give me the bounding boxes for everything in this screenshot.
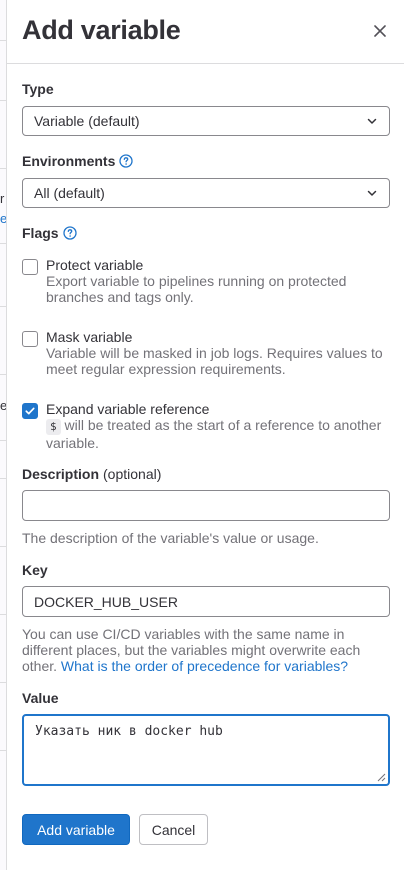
- optional-tag: (optional): [103, 466, 162, 482]
- environments-label: Environments: [22, 152, 134, 170]
- value-textarea-content: Указать ник в docker hub: [35, 724, 223, 739]
- flags-label-text: Flags: [22, 225, 59, 241]
- mask-variable-checkbox[interactable]: [22, 331, 38, 347]
- protect-variable-flag: Protect variable Export variable to pipe…: [22, 257, 392, 305]
- value-textarea[interactable]: Указать ник в docker hub: [22, 714, 390, 786]
- mask-variable-description: Variable will be masked in job logs. Req…: [46, 345, 383, 377]
- environments-select-value: All (default): [34, 185, 105, 201]
- key-label-text: Key: [22, 562, 48, 578]
- type-label-text: Type: [22, 81, 54, 97]
- checkmark-icon: [25, 407, 35, 415]
- add-variable-drawer: Add variable Type Variable (default) Env…: [6, 0, 404, 870]
- description-label: Description (optional): [22, 465, 161, 483]
- value-label: Value: [22, 689, 59, 707]
- environments-label-text: Environments: [22, 153, 116, 169]
- type-label: Type: [22, 80, 54, 98]
- question-icon[interactable]: [62, 226, 77, 240]
- key-hint: You can use CI/CD variables with the sam…: [22, 626, 394, 674]
- description-label-text: Description: [22, 466, 100, 482]
- expand-variable-title: Expand variable reference: [46, 401, 210, 417]
- question-icon[interactable]: [119, 154, 134, 168]
- drawer-title: Add variable: [22, 15, 181, 45]
- precedence-link[interactable]: What is the order of precedence for vari…: [61, 658, 348, 674]
- drawer-header: Add variable: [7, 0, 404, 64]
- protect-variable-checkbox[interactable]: [22, 259, 38, 275]
- expand-variable-description: will be treated as the start of a refere…: [46, 417, 382, 451]
- cancel-button[interactable]: Cancel: [139, 814, 208, 845]
- key-label: Key: [22, 561, 48, 579]
- value-label-text: Value: [22, 690, 59, 706]
- description-hint: The description of the variable's value …: [22, 530, 319, 546]
- flags-label: Flags: [22, 224, 77, 242]
- key-input[interactable]: DOCKER_HUB_USER: [22, 586, 390, 617]
- background-text: r: [0, 191, 5, 206]
- mask-variable-title: Mask variable: [46, 329, 133, 345]
- dollar-code: $: [46, 419, 61, 435]
- resize-grip-icon[interactable]: [377, 773, 386, 782]
- description-input[interactable]: [22, 490, 390, 521]
- type-select[interactable]: Variable (default): [22, 106, 390, 136]
- environments-select[interactable]: All (default): [22, 178, 390, 208]
- type-select-value: Variable (default): [34, 113, 140, 129]
- mask-variable-flag: Mask variable Variable will be masked in…: [22, 329, 392, 377]
- close-button[interactable]: [370, 21, 390, 41]
- expand-variable-checkbox[interactable]: [22, 403, 38, 419]
- protect-variable-description: Export variable to pipelines running on …: [46, 273, 347, 305]
- expand-variable-flag: Expand variable reference $ will be trea…: [22, 401, 392, 451]
- key-input-value: DOCKER_HUB_USER: [34, 593, 178, 610]
- expand-variable-description-block: $ will be treated as the start of a refe…: [46, 417, 392, 451]
- close-icon: [374, 25, 386, 37]
- chevron-down-icon: [367, 190, 377, 196]
- protect-variable-title: Protect variable: [46, 257, 144, 273]
- chevron-down-icon: [367, 118, 377, 124]
- add-variable-button[interactable]: Add variable: [22, 814, 130, 845]
